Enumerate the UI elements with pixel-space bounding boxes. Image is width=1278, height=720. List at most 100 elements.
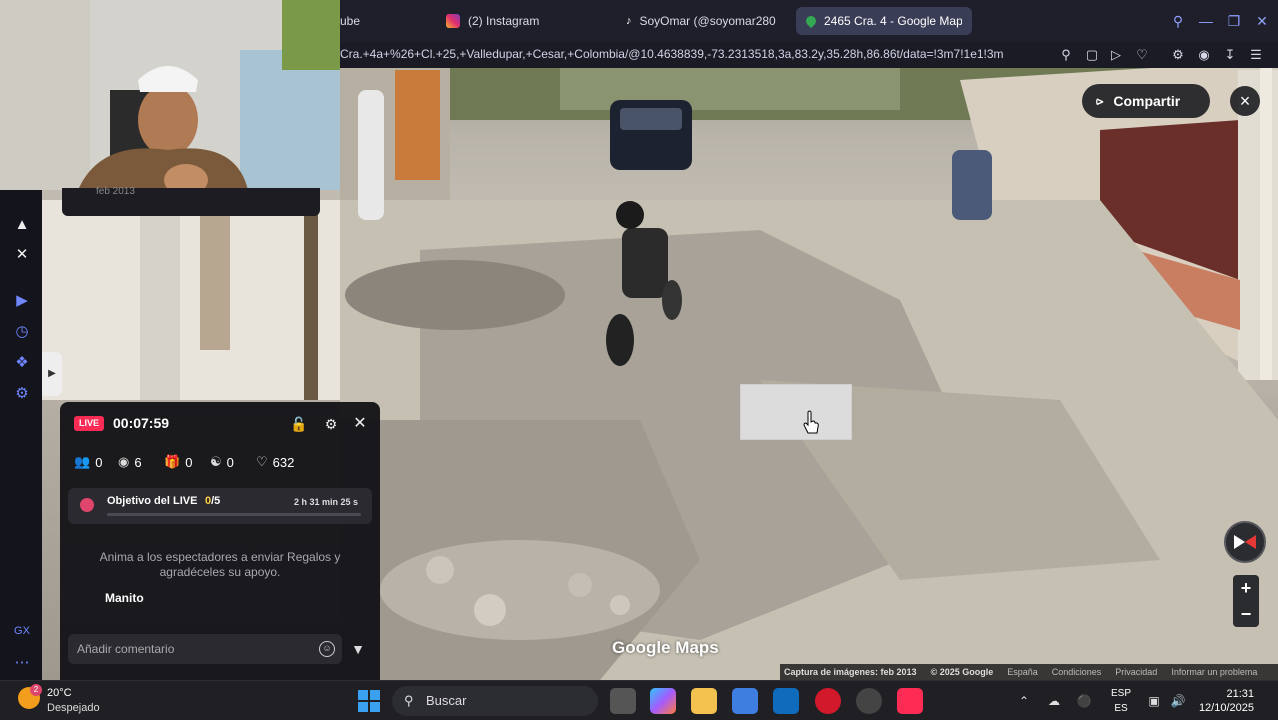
extensions-sidebar-icon[interactable]: ❖: [11, 352, 33, 374]
store-icon[interactable]: [732, 688, 758, 714]
gifts-count: 0: [185, 454, 193, 470]
instagram-icon: [446, 14, 460, 28]
url-field[interactable]: Cra.+4a+%26+Cl.+25,+Valledupar,+Cesar,+C…: [340, 47, 1052, 63]
emoji-icon[interactable]: ☺: [319, 641, 335, 657]
live-timer: 00:07:59: [113, 415, 170, 431]
loading-tile: [740, 384, 852, 440]
compass-needle-icon: [1234, 535, 1256, 549]
chevron-up-icon[interactable]: ⌃: [1016, 693, 1032, 709]
onedrive-icon[interactable]: ☁: [1046, 693, 1062, 709]
report-problem-link[interactable]: Informar un problema: [1171, 667, 1257, 677]
tab-label: 2465 Cra. 4 - Google Map: [824, 14, 962, 28]
close-window-icon[interactable]: ✕: [1252, 11, 1272, 31]
viewers-count: 6: [134, 454, 142, 470]
send-comment-icon[interactable]: ▼: [348, 639, 368, 659]
stat-gifts: 🎁 0: [164, 453, 192, 471]
goal-progress-text: 0/5: [205, 495, 220, 507]
privacy-link[interactable]: Privacidad: [1115, 667, 1157, 677]
screenshot-icon[interactable]: ▢: [1082, 45, 1102, 65]
sidebar-expand-toggle[interactable]: ▶: [42, 352, 62, 396]
outlook-icon[interactable]: [773, 688, 799, 714]
map-footer: Captura de imágenes: feb 2013 © 2025 Goo…: [780, 664, 1278, 680]
pin-icon[interactable]: ⚲: [1056, 45, 1076, 65]
copyright: © 2025 Google: [930, 667, 994, 677]
goal-time-left: 2 h 31 min 25 s: [293, 497, 358, 507]
gx-icon[interactable]: GX: [11, 620, 33, 642]
system-clock[interactable]: 21:31 12/10/2025: [1199, 687, 1254, 715]
hand-cursor-icon: [803, 410, 819, 434]
clock-date: 12/10/2025: [1198, 702, 1254, 714]
live-panel: LIVE 00:07:59 🔓 ⚙ ✕ 👥 0 ◉ 6 🎁 0 ☯ 0 ♡ 63…: [60, 402, 380, 680]
microphone-icon[interactable]: ⚫: [1076, 693, 1092, 709]
weather-description[interactable]: Despejado: [47, 702, 100, 714]
tab-instagram[interactable]: (2) Instagram: [436, 7, 606, 35]
file-explorer-icon[interactable]: [691, 688, 717, 714]
copilot-icon[interactable]: [650, 688, 676, 714]
tab-label: SoyOmar (@soyomar280: [639, 14, 776, 28]
stat-likes: ♡ 632: [256, 453, 294, 471]
webcam-caption-strip: feb 2013: [62, 186, 320, 216]
comment-username: Manito: [105, 591, 144, 605]
compass-button[interactable]: [1224, 521, 1266, 563]
zoom-out-button[interactable]: −: [1233, 601, 1259, 627]
search-tabs-icon[interactable]: ⚲: [1168, 11, 1188, 31]
goal-icon: [80, 498, 94, 512]
tiktok-icon: ♪: [626, 15, 632, 27]
close-icon[interactable]: ✕: [350, 414, 370, 434]
stat-viewers: ◉ 6: [118, 453, 142, 471]
tab-tiktok[interactable]: ♪ SoyOmar (@soyomar280: [616, 7, 796, 35]
address-bar: Cra.+4a+%26+Cl.+25,+Valledupar,+Cesar,+C…: [340, 42, 1278, 68]
live-goal[interactable]: Objetivo del LIVE 0/5 2 h 31 min 25 s: [68, 488, 372, 524]
maximize-icon[interactable]: ❐: [1224, 11, 1244, 31]
comment-input[interactable]: Añadir comentario: [68, 634, 342, 664]
goal-label: Objetivo del LIVE: [107, 495, 198, 507]
goal-total: /5: [211, 495, 221, 507]
opera-gx-icon[interactable]: [815, 688, 841, 714]
stat-members: 👥 0: [74, 453, 102, 471]
stat-shares: ☯ 0: [210, 453, 234, 471]
task-view-icon[interactable]: [610, 688, 636, 714]
wallet-icon[interactable]: ◉: [1194, 45, 1214, 65]
tiktok-app-icon[interactable]: [897, 688, 923, 714]
tab-google-maps[interactable]: 2465 Cra. 4 - Google Map: [796, 7, 972, 35]
taskbar-search[interactable]: ⚲ Buscar: [392, 686, 598, 716]
more-icon[interactable]: ⋯: [11, 652, 33, 674]
x-twitter-icon[interactable]: ✕: [11, 244, 33, 266]
extensions-icon[interactable]: ⚙: [1168, 45, 1188, 65]
history-icon[interactable]: ◷: [11, 321, 33, 343]
share-icon: ⪧: [1096, 93, 1104, 108]
webcam-caption: feb 2013: [96, 186, 135, 197]
share-button[interactable]: ⪧ Compartir: [1082, 84, 1210, 118]
browser-sidebar: ▲ ✕ ▶ ◷ ❖ ⚙ GX ⋯: [0, 190, 42, 680]
download-icon[interactable]: ↧: [1220, 45, 1240, 65]
gift-hint: Anima a los espectadores a enviar Regalo…: [99, 550, 341, 579]
network-icon[interactable]: ▣: [1146, 693, 1162, 709]
terms-link[interactable]: Condiciones: [1052, 667, 1102, 677]
settings-icon[interactable]: ⚙: [11, 383, 33, 405]
weather-temperature[interactable]: 20°C: [47, 687, 72, 699]
player-icon[interactable]: ▶: [11, 290, 33, 312]
gear-icon[interactable]: ⚙: [321, 414, 341, 434]
heart-icon[interactable]: ♡: [1132, 45, 1152, 65]
webcam-overlay: [0, 0, 340, 190]
live-badge: LIVE: [74, 416, 104, 431]
aria-icon[interactable]: ▲: [11, 214, 33, 236]
zoom-controls: + −: [1233, 575, 1259, 627]
minimize-icon[interactable]: —: [1196, 11, 1216, 31]
close-streetview-button[interactable]: ×: [1230, 86, 1260, 116]
input-language-bottom[interactable]: ES: [1108, 703, 1134, 714]
tab-label: ube: [340, 14, 361, 28]
google-maps-logo: Google Maps: [612, 638, 719, 657]
lock-icon[interactable]: 🔓: [289, 414, 309, 434]
clock-time: 21:31: [1226, 688, 1254, 700]
input-language-top[interactable]: ESP: [1108, 688, 1134, 699]
country-link[interactable]: España: [1007, 667, 1038, 677]
volume-icon[interactable]: 🔊: [1170, 693, 1186, 709]
zoom-in-button[interactable]: +: [1233, 575, 1259, 601]
share-label: Compartir: [1113, 93, 1181, 109]
settings-app-icon[interactable]: [856, 688, 882, 714]
menu-icon[interactable]: ☰: [1246, 45, 1266, 65]
windows-start-icon[interactable]: [358, 690, 380, 712]
webcam-feed: [0, 0, 340, 190]
send-icon[interactable]: ▷: [1106, 45, 1126, 65]
